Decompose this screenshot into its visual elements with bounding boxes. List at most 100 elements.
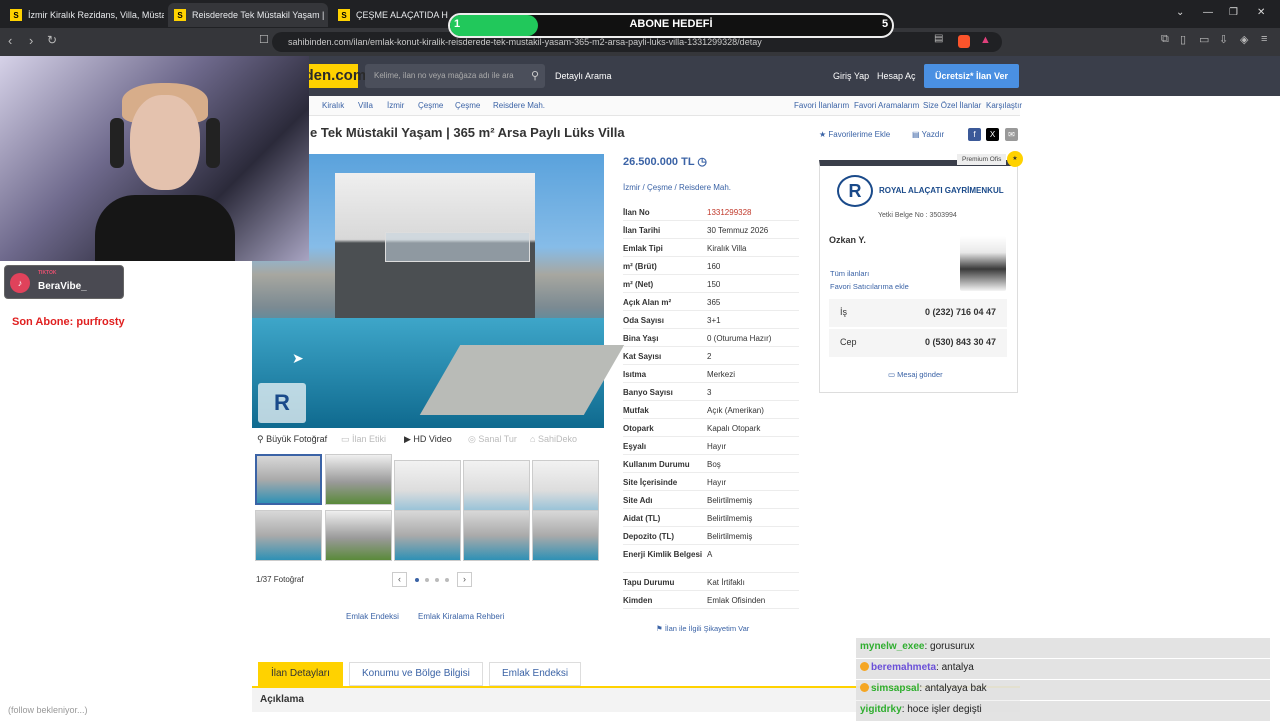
photo-thumbnail[interactable] [255,510,322,561]
detail-value: 365 [707,298,721,307]
download-icon[interactable]: ⇩ [1219,33,1228,46]
all-ads-link[interactable]: Tüm ilanları [830,269,869,278]
detailed-search-link[interactable]: Detaylı Arama [555,71,612,81]
search-placeholder: Kelime, ilan no veya mağaza adı ile ara [374,71,514,80]
chat-username: beremahmeta [871,662,937,673]
photo-thumbnail[interactable] [325,510,392,561]
detail-label: Emlak Tipi [623,244,663,253]
tab-listing-details[interactable]: İlan Detayları [258,662,343,686]
favorite-ads-link[interactable]: Favori İlanlarım [794,101,849,110]
page-dot[interactable] [415,578,419,582]
tab-search-icon[interactable]: ⌄ [1176,7,1184,18]
agency-name[interactable]: ROYAL ALAÇATI GAYRİMENKUL [879,186,1004,195]
send-message-button[interactable]: ▭ Mesaj gönder [888,370,943,379]
back-icon[interactable]: ‹ [8,33,12,48]
minimize-icon[interactable]: — [1203,7,1213,18]
detail-row: İlan No 1331299328 [623,203,799,221]
photo-thumbnail[interactable] [463,460,530,511]
detail-row: Mutfak Açık (Amerikan) [623,401,799,419]
large-photo-button[interactable]: ⚲ Büyük Fotoğraf [257,434,327,445]
browser-tab-3[interactable]: S ÇEŞME ALAÇATIDA HAVUZLU SİTE İ [332,3,448,27]
premium-years-icon: ★ [1007,151,1023,167]
breadcrumb-item[interactable]: Çeşme [418,101,443,110]
breadcrumb-item[interactable]: Villa [358,101,373,110]
detail-value: Kapalı Otopark [707,424,761,433]
photo-thumbnail[interactable] [325,454,392,505]
favorite-searches-link[interactable]: Favori Aramalarım [854,101,919,110]
compare-link[interactable]: Karşılaştır [986,101,1022,110]
favicon-icon: S [174,9,186,21]
login-link[interactable]: Giriş Yap [833,71,869,81]
reader-icon[interactable]: ▤ [934,33,943,44]
x-twitter-icon[interactable]: X [986,128,999,141]
search-icon[interactable]: ⚲ [531,64,539,88]
detail-label: Kimden [623,596,653,605]
photo-thumbnail[interactable] [394,510,461,561]
hd-video-button[interactable]: ▶ HD Video [404,434,452,445]
detail-label: Bina Yaşı [623,334,659,343]
chat-message: simsapsal: antalyaya bak [856,680,1270,700]
detail-row: Aidat (TL) Belirtilmemiş [623,509,799,527]
complaint-link[interactable]: ⚑ İlan ile İlgili Şikayetim Var [656,624,749,633]
reload-icon[interactable]: ↻ [47,33,57,47]
next-page-icon[interactable]: › [457,572,472,587]
agency-watermark-logo: R [258,383,306,423]
headset-icon [110,118,124,168]
facebook-icon[interactable]: f [968,128,981,141]
page-dot[interactable] [425,578,429,582]
agency-logo[interactable]: R [837,175,873,207]
maximize-icon[interactable]: ❐ [1229,7,1238,18]
webcam-streamer-torso [95,195,235,261]
emlak-endeksi-link[interactable]: Emlak Endeksi [346,612,399,621]
detail-label: Açık Alan m² [623,298,672,307]
add-favorite-button[interactable]: ★ Favorilerime Ekle [819,130,890,139]
photo-thumbnail[interactable] [532,460,599,511]
menu-icon[interactable]: ≡ [1261,33,1267,45]
brave-shield-icon[interactable] [958,35,970,48]
detail-label: Isıtma [623,370,647,379]
price-history-icon[interactable]: ◷ [697,156,707,168]
phone-mobile[interactable]: Cep 0 (530) 843 30 47 [829,329,1007,357]
detail-row: Depozito (TL) Belirtilmemiş [623,527,799,545]
detail-label: Tapu Durumu [623,578,675,587]
favorite-seller-link[interactable]: Favori Satıcılarıma ekle [830,282,909,291]
breadcrumb-item[interactable]: Çeşme [455,101,480,110]
sidebar-icon[interactable]: ▯ [1180,33,1186,46]
home-icon: ⌂ [530,434,538,444]
location-link[interactable]: İzmir / Çeşme / Reisdere Mah. [623,183,731,192]
photo-thumbnail[interactable] [394,460,461,511]
browser-tab-2[interactable]: S Reisderede Tek Müstakil Yaşam |✕ [168,3,328,27]
breadcrumb-item[interactable]: Reisdere Mah. [493,101,545,110]
wallet-icon[interactable]: ▭ [1199,33,1209,46]
virtual-tour-button: ◎ Sanal Tur [468,434,517,445]
rewards-icon[interactable]: ▲ [980,34,991,46]
phone-work[interactable]: İş 0 (232) 716 04 47 [829,299,1007,327]
close-window-icon[interactable]: ✕ [1257,7,1265,18]
print-button[interactable]: ▤ Yazdır [912,130,944,139]
bookmark-icon[interactable]: ☐ [259,33,269,46]
register-link[interactable]: Hesap Aç [877,71,916,81]
prev-page-icon[interactable]: ‹ [392,572,407,587]
email-icon[interactable]: ✉ [1005,128,1018,141]
tiktok-username: BeraVibe_ [38,281,87,292]
search-input[interactable]: Kelime, ilan no veya mağaza adı ile ara ⚲ [365,64,545,88]
special-ads-link[interactable]: Size Özel İlanlar [923,101,981,110]
page-dot[interactable] [435,578,439,582]
breadcrumb-item[interactable]: İzmir [387,101,404,110]
photo-thumbnail[interactable] [532,510,599,561]
close-tab-icon[interactable]: ✕ [324,10,328,21]
tiktok-icon: ♪ [10,273,30,293]
post-ad-button[interactable]: Ücretsiz* İlan Ver [924,64,1019,88]
tab-location[interactable]: Konumu ve Bölge Bilgisi [349,662,483,686]
page-dot[interactable] [445,578,449,582]
rental-guide-link[interactable]: Emlak Kiralama Rehberi [418,612,504,621]
photo-thumbnail[interactable] [463,510,530,561]
browser-tab-1[interactable]: S İzmir Kiralık Rezidans, Villa, Müstakil [4,3,164,27]
detail-value: Emlak Ofisinden [707,596,766,605]
vpn-icon[interactable]: ◈ [1240,33,1248,46]
tab-emlak-endeksi[interactable]: Emlak Endeksi [489,662,582,686]
photo-thumbnail[interactable] [255,454,322,505]
breadcrumb-item[interactable]: Kiralık [322,101,344,110]
extensions-icon[interactable]: ⧉ [1161,33,1169,46]
forward-icon[interactable]: › [29,33,33,48]
